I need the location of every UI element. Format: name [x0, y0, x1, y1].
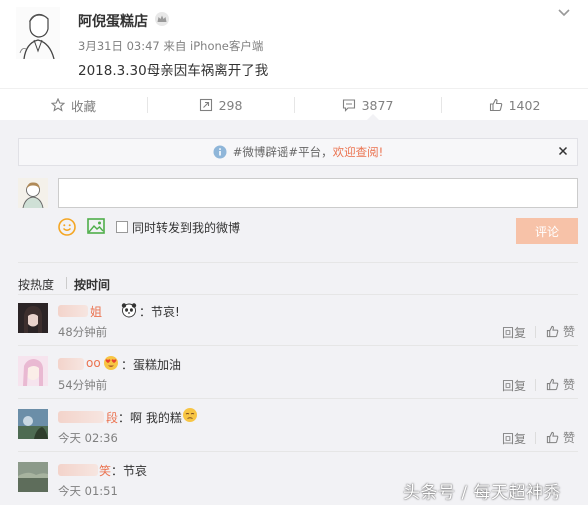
comment-like-button[interactable]: 赞 [546, 429, 575, 446]
divider [18, 451, 578, 452]
favorite-label: 收藏 [70, 98, 96, 114]
comment-time: 今天 01:51 [58, 484, 118, 498]
action-divider [535, 379, 536, 391]
comment-time: 54分钟前 [58, 378, 108, 392]
star-icon [50, 98, 65, 112]
blurred-name [58, 358, 84, 370]
action-divider [535, 432, 536, 444]
rumor-notice-bar: #微博辟谣#平台， 欢迎查阅! [18, 138, 578, 166]
commenter-avatar[interactable] [18, 409, 48, 439]
commenter-name[interactable]: 段 [106, 409, 118, 426]
divider [18, 294, 578, 295]
repost-button[interactable]: 298 [147, 89, 294, 121]
comment-time: 48分钟前 [58, 325, 108, 339]
thumbs-up-icon [546, 431, 559, 444]
thumbs-up-icon [546, 378, 559, 391]
like-label: 赞 [563, 378, 576, 392]
divider [18, 398, 578, 399]
post-meta: 3月31日 03:47 来自 iPhone客户端 [78, 39, 264, 53]
commenter-avatar[interactable] [18, 303, 48, 333]
close-icon[interactable] [557, 145, 569, 157]
repost-count: 298 [218, 97, 243, 113]
comment-input[interactable] [58, 178, 578, 208]
comment-like-button[interactable]: 赞 [546, 376, 575, 393]
favorite-button[interactable]: 收藏 [0, 89, 147, 121]
author-name[interactable]: 阿倪蛋糕店 [78, 11, 148, 31]
commenter-avatar[interactable] [18, 356, 48, 386]
commenter-name[interactable]: 笑 [99, 462, 111, 479]
blurred-name [58, 305, 88, 317]
post-text: 2018.3.30母亲因车祸离开了我 [78, 63, 269, 79]
active-tab-caret [367, 114, 379, 120]
repost-checkbox[interactable] [116, 221, 128, 233]
like-count: 1402 [508, 97, 541, 113]
comment-like-button[interactable]: 赞 [546, 323, 575, 340]
watermark: 头条号 / 每天超神秀 [403, 483, 562, 503]
like-button[interactable]: 1402 [441, 89, 588, 121]
thumbs-up-icon [546, 325, 559, 338]
like-label: 赞 [563, 325, 576, 339]
sort-divider [66, 277, 67, 289]
thumbs-up-icon [489, 98, 502, 112]
author-avatar[interactable] [16, 7, 60, 59]
comment-text: ：啊 我的糕 [118, 411, 182, 425]
comment-text: ：节哀! [139, 305, 180, 319]
repost-icon [199, 98, 212, 112]
divider [18, 262, 578, 263]
blurred-name [58, 411, 104, 423]
comment-icon [342, 99, 355, 112]
blurred-name [58, 464, 98, 476]
comment-text: ：蛋糕加油 [121, 358, 182, 372]
reply-button[interactable]: 回复 [502, 430, 526, 447]
post-card: 阿倪蛋糕店 3月31日 03:47 来自 iPhone客户端 2018.3.30… [0, 0, 588, 88]
comment-time: 今天 02:36 [58, 431, 118, 445]
sort-by-time[interactable]: 按时间 [74, 276, 110, 293]
comment-count: 3877 [361, 97, 394, 113]
commenter-name[interactable]: oo [86, 356, 101, 370]
panda-emoji-icon [121, 303, 137, 318]
post-action-bar: 收藏 298 3877 1402 [0, 88, 588, 120]
image-icon[interactable] [87, 218, 105, 234]
action-divider [535, 326, 536, 338]
repost-checkbox-label[interactable]: 同时转发到我的微博 [132, 219, 240, 236]
chevron-down-icon[interactable] [556, 7, 572, 19]
reply-button[interactable]: 回复 [502, 324, 526, 341]
sort-by-hot[interactable]: 按热度 [18, 276, 54, 293]
notice-link[interactable]: 欢迎查阅! [333, 144, 384, 160]
comment-text: ：节哀 [111, 464, 148, 478]
commenter-name[interactable]: 姐 [90, 303, 102, 320]
info-icon [213, 145, 227, 159]
submit-comment-button[interactable]: 评论 [516, 218, 578, 244]
current-user-avatar[interactable] [18, 178, 48, 208]
member-crown-icon[interactable] [154, 11, 170, 27]
like-label: 赞 [563, 431, 576, 445]
notice-text: #微博辟谣#平台， [232, 145, 333, 159]
heart-eyes-emoji-icon [104, 356, 118, 370]
commenter-avatar[interactable] [18, 462, 48, 492]
divider [18, 345, 578, 346]
reply-button[interactable]: 回复 [502, 377, 526, 394]
sad-emoji-icon [183, 408, 197, 422]
emoji-icon[interactable] [58, 218, 76, 236]
